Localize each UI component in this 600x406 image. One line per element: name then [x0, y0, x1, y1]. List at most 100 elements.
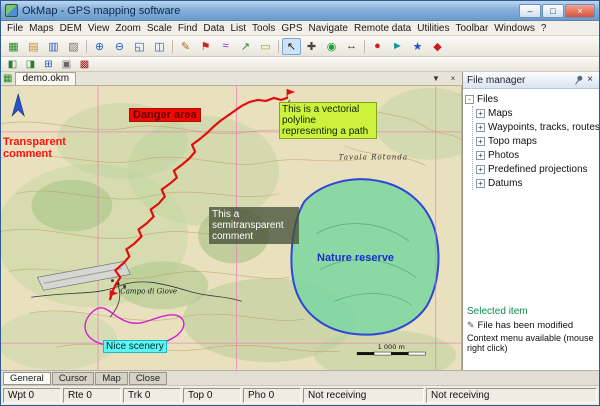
document-area: ▦ demo.okm ▼ ×	[1, 72, 462, 370]
toolbar-separator	[172, 40, 173, 53]
menu-help[interactable]: ?	[538, 23, 550, 34]
close-button[interactable]: ×	[565, 4, 595, 18]
tree-item-topo-maps[interactable]: + Topo maps	[476, 134, 597, 148]
map-annotation-path-note[interactable]: This is a vectorial polyline representin…	[279, 102, 377, 139]
panel-close-icon[interactable]: ×	[585, 75, 595, 85]
minimize-button[interactable]: –	[519, 4, 541, 18]
pencil-icon: ✎	[467, 320, 475, 331]
menu-view[interactable]: View	[85, 23, 113, 34]
menu-gps[interactable]: GPS	[278, 23, 305, 34]
tab-list-dropdown-icon[interactable]: ▼	[429, 73, 443, 85]
navigate-icon[interactable]: ►	[388, 38, 407, 55]
expand-box-icon[interactable]: +	[476, 151, 485, 160]
map-annotation-transparent[interactable]: Transparent comment	[3, 136, 83, 160]
map-info-icon[interactable]: ▣	[58, 58, 75, 71]
expand-box-icon[interactable]: +	[476, 109, 485, 118]
gps-icon[interactable]: ●	[368, 38, 387, 55]
measure-icon[interactable]: ↔	[342, 38, 361, 55]
zoom-in-icon[interactable]: ⊕	[90, 38, 109, 55]
menubar: File Maps DEM View Zoom Scale Find Data …	[1, 21, 599, 36]
expand-box-icon[interactable]: +	[476, 123, 485, 132]
menu-dem[interactable]: DEM	[57, 23, 85, 34]
map-link-icon[interactable]: ◨	[22, 58, 39, 71]
zoom-window-icon[interactable]: ◱	[130, 38, 149, 55]
file-manager-tree: - Files + Maps + Waypoints, tracks, rout…	[463, 89, 599, 370]
open-map-icon[interactable]: ▤	[24, 38, 43, 55]
save-map-icon[interactable]: ▥	[44, 38, 63, 55]
map-add-icon[interactable]: ⊞	[40, 58, 57, 71]
menu-scale[interactable]: Scale	[144, 23, 175, 34]
print-icon[interactable]: ▨	[64, 38, 83, 55]
tree-item-predefined-projections[interactable]: + Predefined projections	[476, 162, 597, 176]
pan-icon[interactable]: ✚	[302, 38, 321, 55]
draw-icon[interactable]: ✎	[176, 38, 195, 55]
menu-toolbar[interactable]: Toolbar	[452, 23, 491, 34]
tab-close[interactable]: Close	[129, 372, 167, 385]
menu-tools[interactable]: Tools	[249, 23, 278, 34]
select-arrow-icon[interactable]: ↖	[282, 38, 301, 55]
file-manager-title: File manager	[467, 75, 571, 86]
status-gps-receiving: Not receiving	[303, 388, 424, 403]
titlebar: OkMap - GPS mapping software – □ ×	[1, 1, 599, 21]
center-icon[interactable]: ◉	[322, 38, 341, 55]
expand-box-icon[interactable]: +	[476, 165, 485, 174]
bottom-tab-strip: General Cursor Map Close	[1, 370, 599, 385]
tree-item-maps[interactable]: + Maps	[476, 106, 597, 120]
tab-cursor[interactable]: Cursor	[52, 372, 95, 385]
pin-icon[interactable]	[572, 74, 584, 87]
map-annotation-nice-scenery[interactable]: Nice scenery	[103, 340, 167, 353]
map-calibrate-icon[interactable]: ◧	[4, 58, 21, 71]
menu-windows[interactable]: Windows	[491, 23, 538, 34]
waypoint-icon[interactable]: ⚑	[196, 38, 215, 55]
map-annotation-danger[interactable]: Danger area	[129, 108, 201, 122]
zoom-out-icon[interactable]: ⊖	[110, 38, 129, 55]
comment-icon[interactable]: ▭	[256, 38, 275, 55]
tree-item-files[interactable]: - Files	[465, 92, 597, 106]
menu-navigate[interactable]: Navigate	[306, 23, 351, 34]
map-canvas[interactable]: 1 000 m Campo di Giove Tavola Rotonda Da…	[1, 86, 462, 370]
toolbar-separator	[364, 40, 365, 53]
tree-item-photos[interactable]: + Photos	[476, 148, 597, 162]
town-label: Campo di Giove	[120, 286, 177, 295]
window-title: OkMap - GPS mapping software	[22, 5, 180, 17]
menu-file[interactable]: File	[4, 23, 26, 34]
map-annotation-semitransparent[interactable]: This a semitransparent comment	[209, 207, 299, 244]
status-topo: Top 0	[183, 388, 241, 403]
expand-box-icon[interactable]: +	[476, 179, 485, 188]
status-routes: Rte 0	[63, 388, 121, 403]
map-annotation-nature-reserve[interactable]: Nature reserve	[317, 252, 394, 264]
tab-close-icon[interactable]: ×	[446, 73, 460, 85]
menu-find[interactable]: Find	[175, 23, 200, 34]
tab-map[interactable]: Map	[95, 372, 127, 385]
status-remote-receiving: Not receiving	[426, 388, 597, 403]
menu-remote-data[interactable]: Remote data	[351, 23, 414, 34]
expand-box-icon[interactable]: +	[476, 137, 485, 146]
tab-general[interactable]: General	[3, 372, 51, 385]
new-map-icon[interactable]: ▦	[4, 38, 23, 55]
selected-item-header: Selected item	[467, 306, 595, 317]
menu-data[interactable]: Data	[200, 23, 227, 34]
selected-item-section: Selected item ✎ File has been modified C…	[465, 306, 597, 354]
file-manager-panel: File manager × - Files + Maps + Waypoint…	[462, 72, 599, 370]
status-tracks: Trk 0	[123, 388, 181, 403]
utilities-icon[interactable]: ◆	[428, 38, 447, 55]
track-icon[interactable]: ≈	[216, 38, 235, 55]
collapse-box-icon[interactable]: -	[465, 95, 474, 104]
menu-maps[interactable]: Maps	[26, 23, 56, 34]
statusbar: Wpt 0 Rte 0 Trk 0 Top 0 Pho 0 Not receiv…	[1, 385, 599, 405]
maximize-button[interactable]: □	[542, 4, 564, 18]
tree-item-datums[interactable]: + Datums	[476, 176, 597, 190]
map-grid-icon[interactable]: ▩	[76, 58, 93, 71]
menu-list[interactable]: List	[227, 23, 249, 34]
remote-data-icon[interactable]: ★	[408, 38, 427, 55]
tree-item-waypoints-tracks-routes[interactable]: + Waypoints, tracks, routes	[476, 120, 597, 134]
document-tab-demo[interactable]: demo.okm	[15, 72, 76, 85]
status-photos: Pho 0	[243, 388, 301, 403]
menu-utilities[interactable]: Utilities	[414, 23, 452, 34]
menu-zoom[interactable]: Zoom	[112, 23, 144, 34]
scale-label: 1 000 m	[378, 343, 405, 351]
document-tabbar: ▦ demo.okm ▼ ×	[1, 72, 462, 86]
route-icon[interactable]: ↗	[236, 38, 255, 55]
zoom-full-icon[interactable]: ◫	[150, 38, 169, 55]
context-menu-hint: Context menu available (mouse right clic…	[467, 333, 595, 354]
